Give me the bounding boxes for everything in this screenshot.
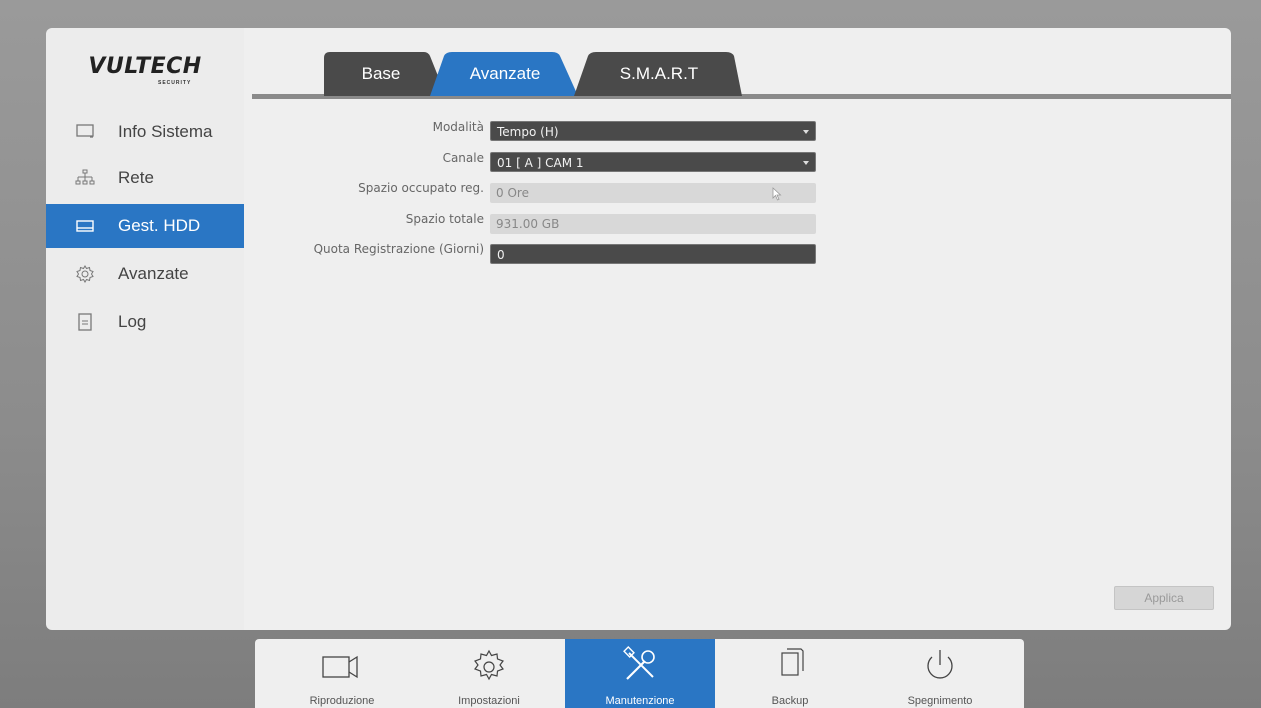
tab-label: Base — [361, 64, 401, 83]
document-icon — [74, 311, 96, 333]
sidebar-item-gest-hdd[interactable]: Gest. HDD — [46, 204, 244, 248]
chevron-down-icon — [803, 161, 809, 165]
tab-label: S.M.A.R.T — [619, 64, 699, 83]
used-space-label: Spazio occupato reg. — [358, 181, 484, 195]
sidebar-item-rete[interactable]: Rete — [46, 156, 244, 200]
tools-icon — [615, 645, 665, 685]
nav-backup[interactable]: Backup — [715, 639, 865, 708]
channel-select[interactable]: 01 [ A ] CAM 1 — [490, 152, 816, 172]
nav-impostazioni[interactable]: Impostazioni — [414, 639, 564, 708]
sidebar-item-label: Avanzate — [118, 264, 189, 283]
monitor-icon — [74, 121, 96, 143]
channel-value: 01 [ A ] CAM 1 — [497, 156, 584, 170]
sidebar-item-label: Gest. HDD — [118, 216, 201, 235]
bottom-nav: Riproduzione Impostazioni Manutenzione B… — [255, 639, 1024, 708]
tab-label: Avanzate — [469, 64, 541, 83]
apply-button[interactable]: Applica — [1114, 586, 1214, 610]
total-space-field: 931.00 GB — [490, 214, 816, 234]
camera-icon — [317, 645, 367, 685]
quota-label: Quota Registrazione (Giorni) — [313, 242, 484, 256]
logo-subtitle: SECURITY — [158, 80, 192, 86]
sidebar-item-avanzate[interactable]: Avanzate — [46, 252, 244, 296]
nav-label: Manutenzione — [605, 695, 675, 707]
tab-avanzate[interactable]: Avanzate — [430, 52, 580, 96]
sidebar-item-label: Rete — [118, 168, 154, 187]
sidebar-item-label: Info Sistema — [118, 122, 213, 141]
chevron-down-icon — [803, 130, 809, 134]
quota-input[interactable]: 0 — [490, 244, 816, 264]
nav-spegnimento[interactable]: Spegnimento — [865, 639, 1015, 708]
gear-icon — [74, 263, 96, 285]
gear-icon — [464, 645, 514, 685]
sidebar: VULTECH SECURITY Info Sistema Rete Gest.… — [46, 28, 244, 630]
network-icon — [74, 167, 96, 189]
nav-manutenzione[interactable]: Manutenzione — [565, 639, 715, 708]
copy-icon — [765, 645, 815, 685]
sidebar-item-log[interactable]: Log — [46, 300, 244, 344]
hdd-icon — [74, 215, 96, 237]
nav-label: Impostazioni — [458, 695, 520, 707]
tab-base[interactable]: Base — [316, 52, 446, 96]
nav-label: Riproduzione — [309, 695, 375, 707]
nav-label: Spegnimento — [907, 695, 973, 707]
tab-smart[interactable]: S.M.A.R.T — [574, 52, 744, 96]
nav-label: Backup — [771, 695, 809, 707]
vultech-logo: VULTECH — [88, 54, 202, 79]
total-space-label: Spazio totale — [405, 212, 484, 226]
nav-riproduzione[interactable]: Riproduzione — [267, 639, 417, 708]
channel-label: Canale — [442, 151, 484, 165]
used-space-value: 0 Ore — [496, 186, 529, 200]
mode-value: Tempo (H) — [497, 125, 559, 139]
mode-select[interactable]: Tempo (H) — [490, 121, 816, 141]
power-icon — [915, 645, 965, 685]
quota-value: 0 — [497, 248, 505, 262]
mode-label: Modalità — [432, 120, 484, 134]
mouse-cursor-icon — [772, 187, 782, 206]
sidebar-item-info-sistema[interactable]: Info Sistema — [46, 110, 244, 154]
sidebar-item-label: Log — [118, 312, 147, 331]
total-space-value: 931.00 GB — [496, 217, 560, 231]
used-space-field: 0 Ore — [490, 183, 816, 203]
main-panel: Base Avanzate S.M.A.R.T Modalità Tempo (… — [244, 28, 1231, 630]
